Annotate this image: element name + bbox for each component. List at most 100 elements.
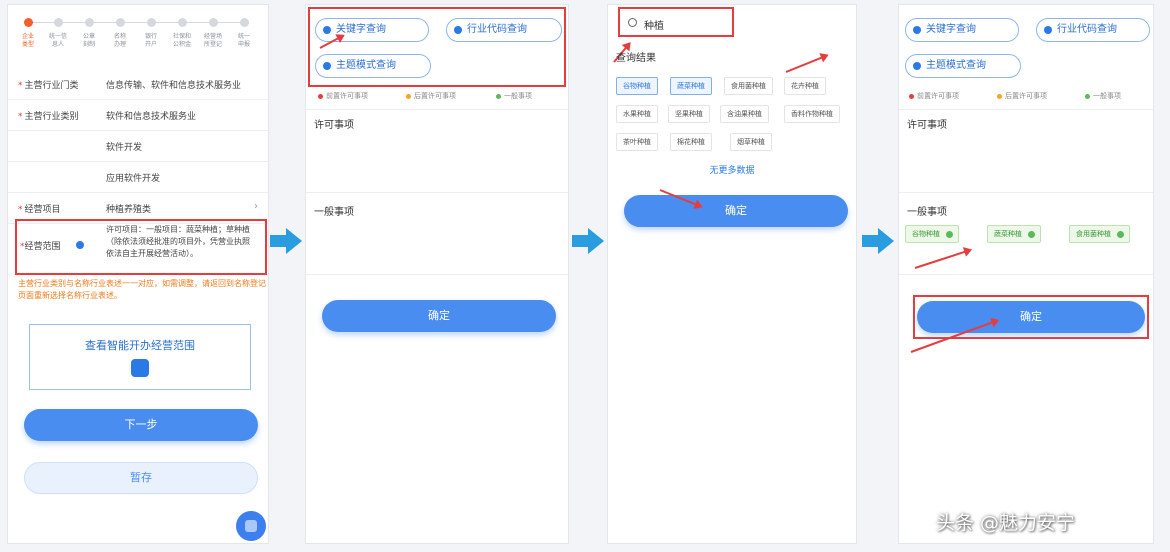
scope-selection-panel: 关键字查询 行业代码查询 主题模式查询 前置许可事项 后置许可事项 一般事项 许… [305,4,569,544]
chip-label: 蔬菜种植 [994,230,1022,238]
result-tag[interactable]: 水果种植 [616,105,658,123]
legend-item: 后置许可事项 [406,91,456,101]
legend-label: 后置许可事项 [1005,92,1047,100]
pill-label: 行业代码查询 [1057,24,1117,35]
chip-label: 食用菌种植 [1076,230,1111,238]
result-tag[interactable]: 棉花种植 [670,133,712,151]
search-icon [628,18,637,27]
step-item[interactable]: 名称 办理 [106,15,134,49]
theme-mode-search-pill[interactable]: 主题模式查询 [905,54,1021,78]
confirm-button[interactable]: 确定 [917,301,1145,333]
progress-steps: 企业 类型 统一信 息人 公章 刻制 名称 办理 银行 开户 社保和 公积金 经… [14,15,262,63]
remove-icon[interactable] [1117,231,1124,238]
remove-icon[interactable] [1028,231,1035,238]
watermark-text: 头条 @魅力安宁 [936,512,1076,534]
result-tag[interactable]: 含油果种植 [720,105,769,123]
industry-category-row[interactable]: * 主营行业门类 信息传输、软件和信息技术服务业 [8,69,268,100]
step-label: 社保和 公积金 [172,33,191,48]
legend-item: 一般事项 [1085,91,1121,101]
general-section: 一般事项 [306,197,568,275]
legend-item: 后置许可事项 [997,91,1047,101]
section-title: 许可事项 [314,120,354,131]
legend-label: 后置许可事项 [414,92,456,100]
result-tag[interactable]: 烟草种植 [730,133,772,151]
flow-arrow-icon [862,228,894,254]
pill-label: 关键字查询 [926,24,976,35]
result-tag[interactable]: 香料作物种植 [784,105,840,123]
step-item[interactable]: 公章 刻制 [75,15,103,49]
result-tag[interactable]: 茶叶种植 [616,133,658,151]
permit-section: 许可事项 [899,109,1153,193]
section-title: 一般事项 [907,207,947,218]
step-label: 名称 办理 [113,33,126,48]
keyword-search-pill[interactable]: 关键字查询 [315,18,429,42]
step-label: 银行 开户 [144,33,157,48]
floating-assistant-icon[interactable] [236,511,266,541]
step-item[interactable]: 统一 申报 [230,15,258,49]
step-item[interactable]: 社保和 公积金 [168,15,196,49]
step-label: 经营场 所登记 [203,33,222,48]
permit-section: 许可事项 [306,109,568,193]
save-draft-button[interactable]: 暂存 [24,462,258,494]
legend-item: 前置许可事项 [909,91,959,101]
result-tag[interactable]: 食用菌种植 [724,77,773,95]
legend-label: 一般事项 [504,92,532,100]
keyword-search-panel: 种植 查询结果 谷物种植 蔬菜种植 食用菌种植 花卉种植 水果种植 坚果种植 含… [607,4,857,544]
registration-form-panel: 企业 类型 统一信 息人 公章 刻制 名称 办理 银行 开户 社保和 公积金 经… [7,4,269,544]
step-label: 公章 刻制 [82,33,95,48]
selected-item-chip[interactable]: 谷物种植 [905,225,959,243]
selected-item-chip[interactable]: 蔬菜种植 [987,225,1041,243]
industry-note: 主营行业类别与名称行业表述一一对应，如需调整，请返回到名称登记页面重新选择名称行… [18,279,266,300]
field-value: 种植养殖类 [106,205,152,215]
pill-label: 行业代码查询 [467,24,527,35]
selected-item-chip[interactable]: 食用菌种植 [1069,225,1130,243]
legend-label: 一般事项 [1093,92,1121,100]
step-item[interactable]: 银行 开户 [137,15,165,49]
field-value: 应用软件开发 [106,174,161,184]
field-key-label: 主营行业门类 [24,81,79,91]
industry-class-row[interactable]: * 主营行业类别 软件和信息技术服务业 [8,100,268,131]
theme-mode-search-pill[interactable]: 主题模式查询 [315,54,431,78]
search-input[interactable]: 种植 [618,7,734,37]
chevron-right-icon: › [254,201,258,212]
no-more-data-link[interactable]: 无更多数据 [608,163,856,176]
next-step-button[interactable]: 下一步 [24,409,258,441]
result-tag[interactable]: 花卉种植 [784,77,826,95]
result-tag[interactable]: 坚果种植 [668,105,710,123]
legend-item: 一般事项 [496,91,532,101]
radio-dot-icon [323,26,331,34]
step-item[interactable]: 统一信 息人 [44,15,72,49]
field-key: * 经营项目 [18,205,61,215]
results-title: 查询结果 [616,53,656,64]
radio-dot-icon [913,26,921,34]
flow-arrow-icon [572,228,604,254]
search-value: 种植 [644,21,664,32]
industry-code-search-pill[interactable]: 行业代码查询 [446,18,562,42]
result-tag[interactable]: 谷物种植 [616,77,658,95]
step-label: 统一信 息人 [48,33,67,48]
step-item[interactable]: 企业 类型 [14,15,42,49]
legend-label: 前置许可事项 [917,92,959,100]
remove-icon[interactable] [946,231,953,238]
industry-detail-row[interactable]: 应用软件开发 [8,162,268,193]
confirm-button[interactable]: 确定 [322,300,556,332]
confirm-button[interactable]: 确定 [624,195,848,227]
flow-arrow-icon [270,228,302,254]
field-value: 信息传输、软件和信息技术服务业 [106,81,242,91]
smart-scope-button[interactable]: 查看智能开办经营范围 [29,324,251,390]
legend-label: 前置许可事项 [326,92,368,100]
industry-code-search-pill[interactable]: 行业代码查询 [1036,18,1150,42]
field-value: 软件开发 [106,143,143,153]
info-dot-icon[interactable] [76,241,84,249]
result-tag[interactable]: 蔬菜种植 [670,77,712,95]
field-value: 软件和信息技术服务业 [106,112,197,122]
industry-subclass-row[interactable]: 软件开发 [8,131,268,162]
section-title: 一般事项 [314,207,354,218]
field-key: * 主营行业类别 [18,112,79,122]
business-scope-value[interactable]: 许可项目：一般项目：蔬菜种植；草种植（除依法须经批准的项目外，凭营业执照依法自主… [106,224,256,260]
business-scope-key: 经营范围 [24,242,61,252]
keyword-search-pill[interactable]: 关键字查询 [905,18,1019,42]
pill-label: 主题模式查询 [336,60,396,71]
chip-label: 谷物种植 [912,230,940,238]
step-item[interactable]: 经营场 所登记 [199,15,227,49]
